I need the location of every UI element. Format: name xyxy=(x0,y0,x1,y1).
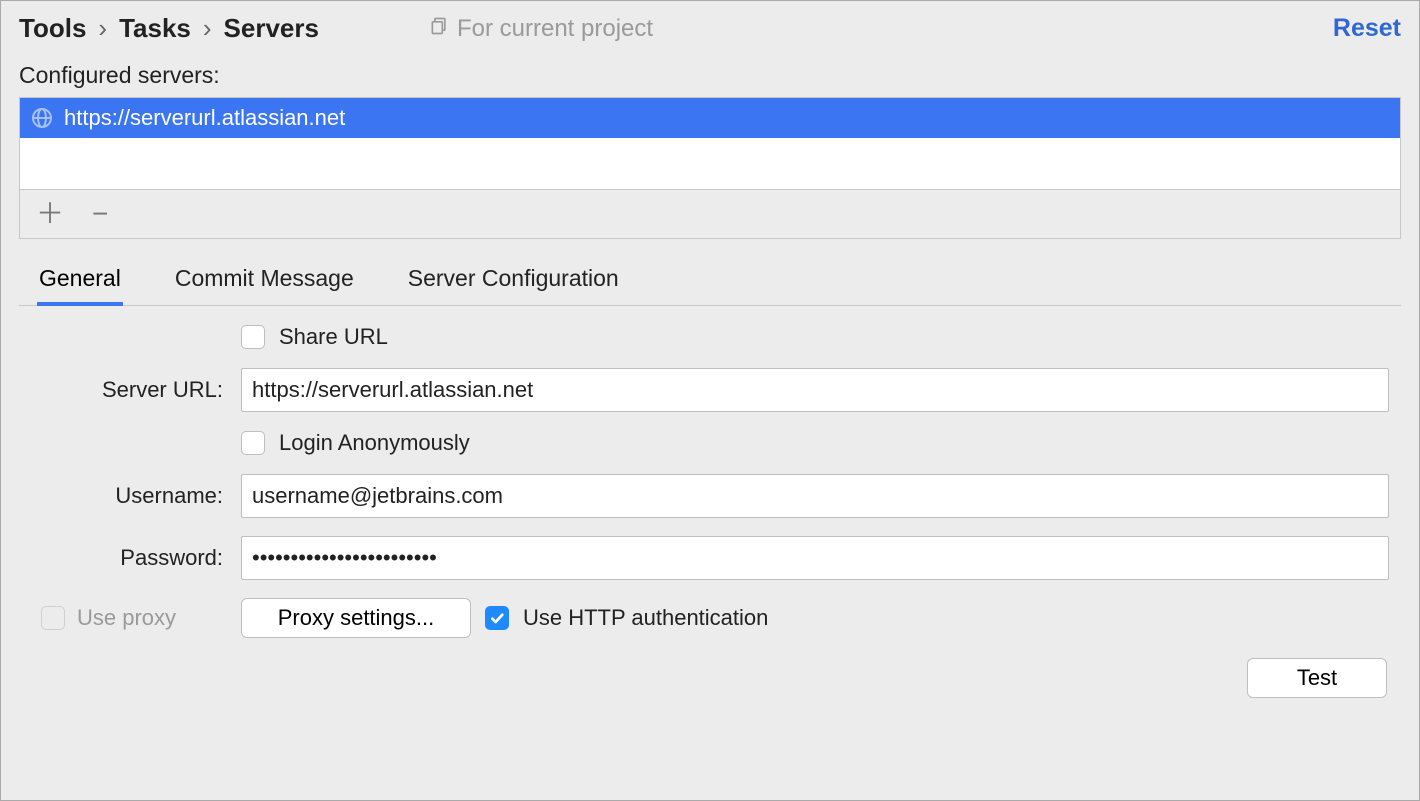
server-list-item[interactable]: https://serverurl.atlassian.net xyxy=(20,98,1400,138)
share-url-checkbox[interactable] xyxy=(241,325,265,349)
login-anonymously-checkbox[interactable] xyxy=(241,431,265,455)
copy-icon xyxy=(429,15,449,43)
tab-commit-message[interactable]: Commit Message xyxy=(173,257,356,305)
globe-icon xyxy=(30,106,54,130)
remove-server-button[interactable]: − xyxy=(92,200,108,228)
scope-indicator: For current project xyxy=(429,15,653,43)
use-http-auth-checkbox[interactable] xyxy=(485,606,509,630)
password-label: Password: xyxy=(31,545,241,571)
server-url-text: https://serverurl.atlassian.net xyxy=(64,105,345,131)
reset-button[interactable]: Reset xyxy=(1333,14,1401,43)
server-list-toolbar: ＋ − xyxy=(19,190,1401,239)
proxy-settings-button[interactable]: Proxy settings... xyxy=(241,598,471,638)
share-url-label: Share URL xyxy=(279,324,388,350)
login-anonymously-label: Login Anonymously xyxy=(279,430,470,456)
use-http-auth-label: Use HTTP authentication xyxy=(523,605,768,631)
scope-label: For current project xyxy=(457,15,653,43)
add-server-button[interactable]: ＋ xyxy=(36,200,64,228)
password-input[interactable] xyxy=(241,536,1389,580)
configured-servers-label: Configured servers: xyxy=(19,62,1401,89)
server-url-input[interactable] xyxy=(241,368,1389,412)
breadcrumb-servers[interactable]: Servers xyxy=(224,13,319,44)
username-input[interactable] xyxy=(241,474,1389,518)
use-proxy-label: Use proxy xyxy=(77,605,176,631)
use-proxy-checkbox xyxy=(41,606,65,630)
server-list[interactable]: https://serverurl.atlassian.net xyxy=(19,97,1401,190)
chevron-right-icon: › xyxy=(203,13,212,44)
username-label: Username: xyxy=(31,483,241,509)
breadcrumb: Tools › Tasks › Servers xyxy=(19,13,319,44)
chevron-right-icon: › xyxy=(98,13,107,44)
server-url-label: Server URL: xyxy=(31,377,241,403)
tab-server-configuration[interactable]: Server Configuration xyxy=(406,257,621,305)
tab-bar: General Commit Message Server Configurat… xyxy=(19,257,1401,306)
test-button[interactable]: Test xyxy=(1247,658,1387,698)
tab-general[interactable]: General xyxy=(37,257,123,306)
breadcrumb-tasks[interactable]: Tasks xyxy=(119,13,191,44)
breadcrumb-tools[interactable]: Tools xyxy=(19,13,86,44)
